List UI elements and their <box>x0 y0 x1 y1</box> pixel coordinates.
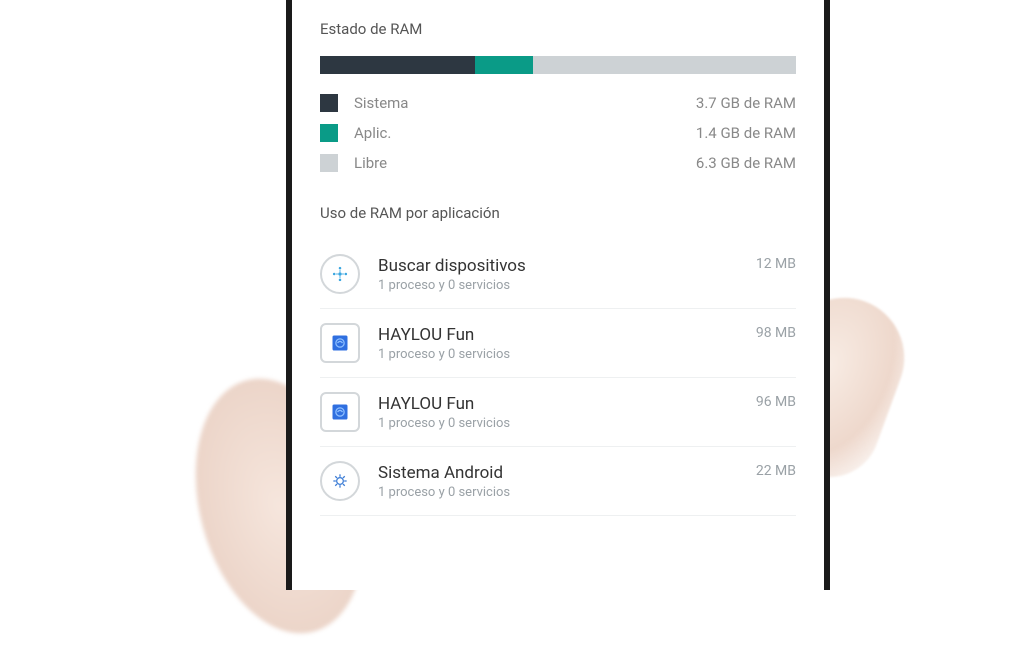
app-sub: 1 proceso y 0 servicios <box>378 416 756 431</box>
android-system-icon <box>320 461 360 501</box>
app-name: HAYLOU Fun <box>378 325 756 345</box>
app-list: Buscar dispositivos 1 proceso y 0 servic… <box>320 240 796 516</box>
legend-row-apps: Aplic. 1.4 GB de RAM <box>320 124 796 142</box>
app-info: Buscar dispositivos 1 proceso y 0 servic… <box>378 256 756 293</box>
legend-row-system: Sistema 3.7 GB de RAM <box>320 94 796 112</box>
app-sub: 1 proceso y 0 servicios <box>378 278 756 293</box>
legend-label-system: Sistema <box>354 94 696 112</box>
app-size: 22 MB <box>756 461 796 479</box>
ram-legend: Sistema 3.7 GB de RAM Aplic. 1.4 GB de R… <box>320 94 796 172</box>
legend-value-system: 3.7 GB de RAM <box>696 94 796 112</box>
haylou-icon <box>320 392 360 432</box>
legend-value-apps: 1.4 GB de RAM <box>696 124 796 142</box>
app-usage-title: Uso de RAM por aplicación <box>320 204 796 222</box>
app-info: HAYLOU Fun 1 proceso y 0 servicios <box>378 394 756 431</box>
app-row-find-devices[interactable]: Buscar dispositivos 1 proceso y 0 servic… <box>320 240 796 309</box>
app-name: HAYLOU Fun <box>378 394 756 414</box>
find-devices-icon <box>320 254 360 294</box>
app-sub: 1 proceso y 0 servicios <box>378 347 756 362</box>
app-info: Sistema Android 1 proceso y 0 servicios <box>378 463 756 500</box>
ram-status-title: Estado de RAM <box>320 20 796 38</box>
legend-swatch-system <box>320 94 338 112</box>
app-sub: 1 proceso y 0 servicios <box>378 485 756 500</box>
app-size: 12 MB <box>756 254 796 272</box>
app-row-android-system[interactable]: Sistema Android 1 proceso y 0 servicios … <box>320 447 796 516</box>
haylou-icon <box>320 323 360 363</box>
app-row-haylou-2[interactable]: HAYLOU Fun 1 proceso y 0 servicios 96 MB <box>320 378 796 447</box>
legend-value-free: 6.3 GB de RAM <box>696 154 796 172</box>
ram-bar-segment-system <box>320 56 475 74</box>
app-size: 98 MB <box>756 323 796 341</box>
screen-content: Estado de RAM Sistema 3.7 GB de RAM Apli… <box>292 0 824 516</box>
app-row-haylou-1[interactable]: HAYLOU Fun 1 proceso y 0 servicios 98 MB <box>320 309 796 378</box>
legend-swatch-apps <box>320 124 338 142</box>
legend-label-free: Libre <box>354 154 696 172</box>
app-info: HAYLOU Fun 1 proceso y 0 servicios <box>378 325 756 362</box>
ram-bar-segment-free <box>533 56 796 74</box>
app-name: Buscar dispositivos <box>378 256 756 276</box>
legend-label-apps: Aplic. <box>354 124 696 142</box>
ram-bar-segment-apps <box>475 56 534 74</box>
app-size: 96 MB <box>756 392 796 410</box>
phone-frame: Estado de RAM Sistema 3.7 GB de RAM Apli… <box>286 0 830 590</box>
app-name: Sistema Android <box>378 463 756 483</box>
ram-usage-bar <box>320 56 796 74</box>
legend-swatch-free <box>320 154 338 172</box>
legend-row-free: Libre 6.3 GB de RAM <box>320 154 796 172</box>
